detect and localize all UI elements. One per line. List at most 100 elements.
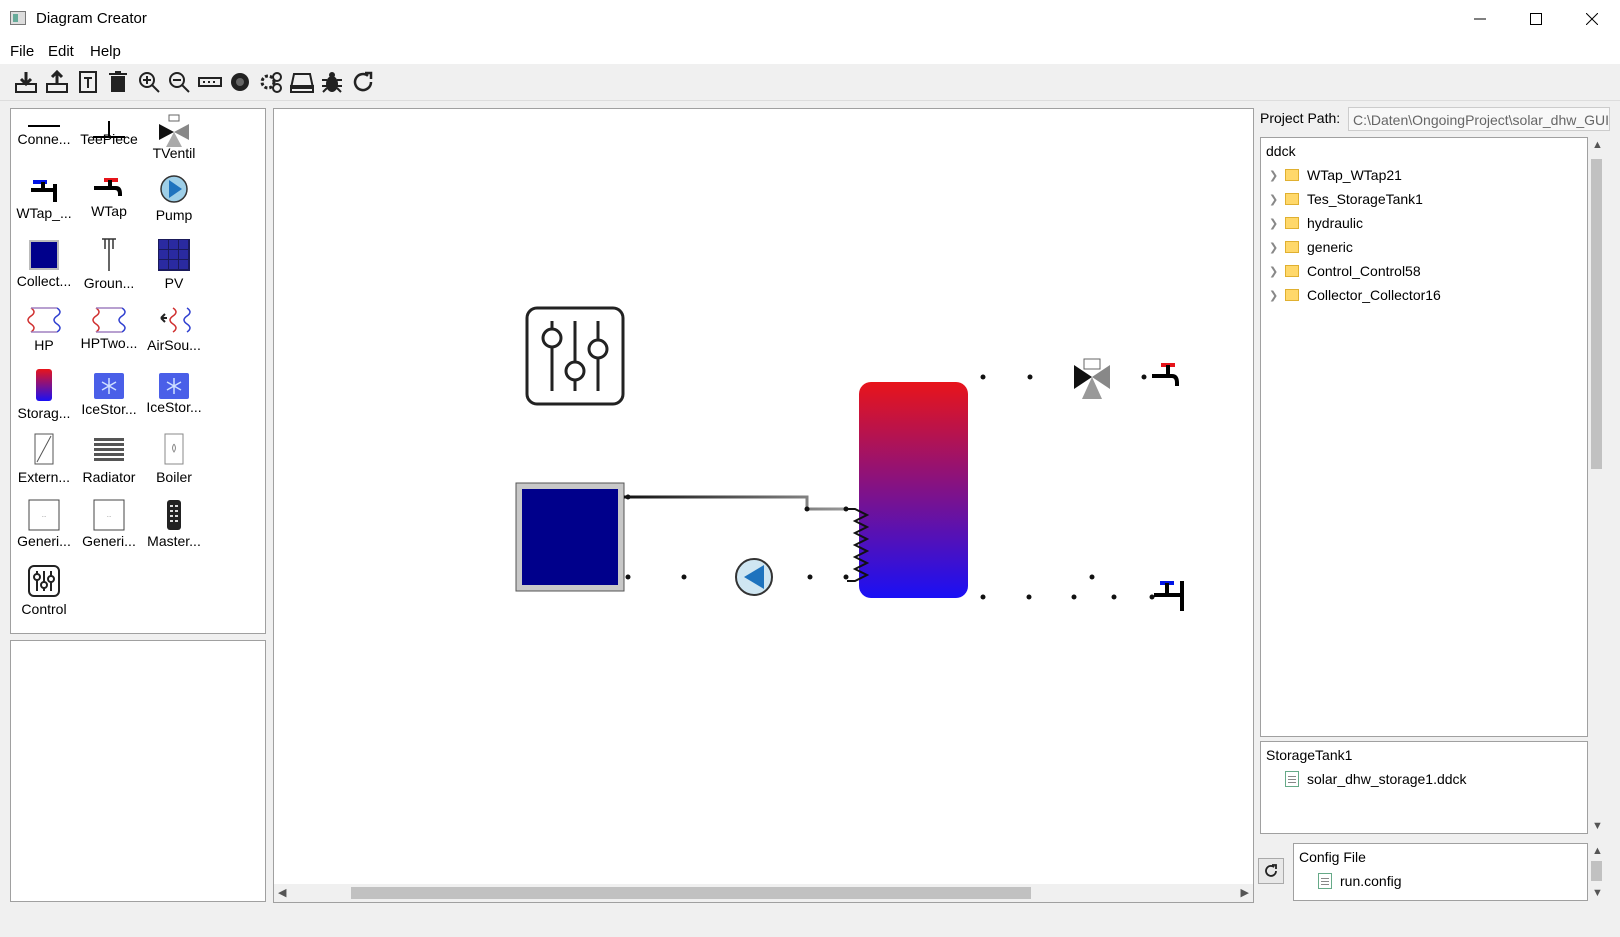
refresh-icon[interactable] xyxy=(349,68,377,96)
scroll-right-icon[interactable]: ▶ xyxy=(1241,886,1249,899)
tree-folder-item[interactable]: ❯ Collector_Collector16 xyxy=(1269,284,1441,306)
lib-label: Collect... xyxy=(16,273,72,289)
config-file-panel: Config File run.config xyxy=(1293,843,1588,901)
lib-generic-2[interactable]: ··· Generi... xyxy=(76,495,142,561)
chevron-right-icon[interactable]: ❯ xyxy=(1269,241,1285,254)
disk-icon[interactable] xyxy=(288,68,316,96)
lib-airsource[interactable]: AirSou... xyxy=(141,299,207,365)
lib-control[interactable]: Control xyxy=(11,561,77,627)
lib-icestorage-2[interactable]: IceStor... xyxy=(141,365,207,431)
ddck-file-item[interactable]: solar_dhw_storage1.ddck xyxy=(1285,768,1467,790)
gears-icon[interactable] xyxy=(257,68,285,96)
lib-master[interactable]: Master... xyxy=(141,495,207,561)
chevron-right-icon[interactable]: ❯ xyxy=(1269,169,1285,182)
pipe-bypass[interactable] xyxy=(1089,389,1095,597)
lib-label: Control xyxy=(21,601,67,617)
zoom-out-icon[interactable] xyxy=(165,68,193,96)
config-file-item[interactable]: run.config xyxy=(1318,870,1401,892)
diagram-svg xyxy=(515,306,1184,611)
scroll-up-icon[interactable]: ▲ xyxy=(1592,139,1603,151)
hot-water-tap[interactable] xyxy=(1152,363,1179,386)
pump-block[interactable] xyxy=(735,558,773,596)
scroll-left-icon[interactable]: ◀ xyxy=(278,886,286,899)
diagram-canvas[interactable]: ◀ ▶ xyxy=(273,108,1254,903)
scroll-up-icon[interactable]: ▲ xyxy=(1592,845,1603,857)
scroll-thumb[interactable] xyxy=(1591,159,1602,469)
tree-folder-item[interactable]: ❯ WTap_WTap21 xyxy=(1269,164,1402,186)
radiator-icon xyxy=(89,429,129,469)
folder-icon xyxy=(1285,193,1299,205)
tree-folder-item[interactable]: ❯ generic xyxy=(1269,236,1353,258)
text-icon[interactable] xyxy=(74,68,102,96)
label-toggle-icon[interactable] xyxy=(196,68,224,96)
maximize-button[interactable] xyxy=(1508,0,1564,38)
chevron-right-icon[interactable]: ❯ xyxy=(1269,265,1285,278)
lib-icestorage-1[interactable]: IceStor... xyxy=(76,365,142,431)
close-button[interactable] xyxy=(1564,0,1620,38)
config-refresh-button[interactable] xyxy=(1258,858,1284,884)
import-icon[interactable] xyxy=(43,68,71,96)
chevron-right-icon[interactable]: ❯ xyxy=(1269,193,1285,206)
tree-folder-item[interactable]: ❯ hydraulic xyxy=(1269,212,1363,234)
lib-hptwohx[interactable]: HPTwo... xyxy=(76,299,142,365)
menu-help[interactable]: Help xyxy=(90,43,121,60)
lib-tventil[interactable]: TVentil xyxy=(141,109,207,175)
lib-ground[interactable]: Groun... xyxy=(76,235,142,301)
ddck-file-label: solar_dhw_storage1.ddck xyxy=(1307,771,1467,787)
folder-icon xyxy=(1285,217,1299,229)
scroll-thumb[interactable] xyxy=(351,887,1031,899)
chevron-right-icon[interactable]: ❯ xyxy=(1269,289,1285,302)
right-vertical-scrollbar[interactable]: ▲ ▼ xyxy=(1588,137,1605,834)
component-library: Conne... TeePiece TVentil WTap_... WTap … xyxy=(10,108,266,634)
delete-icon[interactable] xyxy=(104,68,132,96)
menu-file[interactable]: File xyxy=(10,43,34,60)
lib-radiator[interactable]: Radiator xyxy=(76,429,142,495)
lib-boiler[interactable]: Boiler xyxy=(141,429,207,495)
tree-folder-label: Control_Control58 xyxy=(1307,263,1421,279)
project-path-field[interactable]: C:\Daten\OngoingProject\solar_dhw_GUI xyxy=(1348,107,1610,131)
lib-storage[interactable]: Storag... xyxy=(11,365,77,431)
lib-hp[interactable]: HP xyxy=(11,299,77,365)
cold-water-tap[interactable] xyxy=(1154,581,1184,611)
lib-collector[interactable]: Collect... xyxy=(11,235,77,301)
heatpump-two-icon xyxy=(89,299,129,339)
wtap-cold-icon xyxy=(24,169,64,209)
pipe-hot-outlet[interactable] xyxy=(979,374,1152,380)
scroll-thumb[interactable] xyxy=(1591,861,1602,881)
lib-external[interactable]: Extern... xyxy=(11,429,77,495)
settings-dial-icon[interactable] xyxy=(226,68,254,96)
pump-icon xyxy=(154,169,194,209)
storage-tank-block[interactable] xyxy=(847,382,968,598)
tree-folder-label: hydraulic xyxy=(1307,215,1364,231)
pipe-cold-inlet[interactable] xyxy=(979,594,1169,600)
pipe-collector-supply[interactable] xyxy=(624,494,849,512)
config-scrollbar[interactable]: ▲ ▼ xyxy=(1588,843,1605,901)
chevron-right-icon[interactable]: ❯ xyxy=(1269,217,1285,230)
lib-wtap[interactable]: WTap xyxy=(76,169,142,235)
lib-connection[interactable]: Conne... xyxy=(11,109,77,175)
refresh-icon xyxy=(1265,864,1277,877)
mixing-valve-block[interactable] xyxy=(1074,358,1110,399)
horizontal-scrollbar[interactable]: ◀ ▶ xyxy=(274,884,1253,902)
menu-edit[interactable]: Edit xyxy=(48,43,74,60)
config-title: Config File xyxy=(1299,849,1366,865)
lib-label: TeePiece xyxy=(80,131,138,147)
scroll-down-icon[interactable]: ▼ xyxy=(1592,887,1603,899)
lib-generic-1[interactable]: ··· Generi... xyxy=(11,495,77,561)
lib-teepiece[interactable]: TeePiece xyxy=(76,109,142,175)
tree-folder-item[interactable]: ❯ Control_Control58 xyxy=(1269,260,1421,282)
lib-pv[interactable]: PV xyxy=(141,235,207,301)
minimize-button[interactable] xyxy=(1452,0,1508,38)
bug-icon[interactable] xyxy=(318,68,346,96)
export-icon[interactable] xyxy=(12,68,40,96)
tree-root[interactable]: ddck xyxy=(1266,140,1296,162)
tree-folder-label: Tes_StorageTank1 xyxy=(1307,191,1423,207)
collector-block[interactable] xyxy=(515,482,625,592)
control-block[interactable] xyxy=(525,306,625,406)
scroll-down-icon[interactable]: ▼ xyxy=(1592,820,1603,832)
lib-wtap-cold[interactable]: WTap_... xyxy=(11,169,77,235)
lib-pump[interactable]: Pump xyxy=(141,169,207,235)
zoom-in-icon[interactable] xyxy=(135,68,163,96)
boiler-icon xyxy=(154,429,194,469)
tree-folder-item[interactable]: ❯ Tes_StorageTank1 xyxy=(1269,188,1423,210)
